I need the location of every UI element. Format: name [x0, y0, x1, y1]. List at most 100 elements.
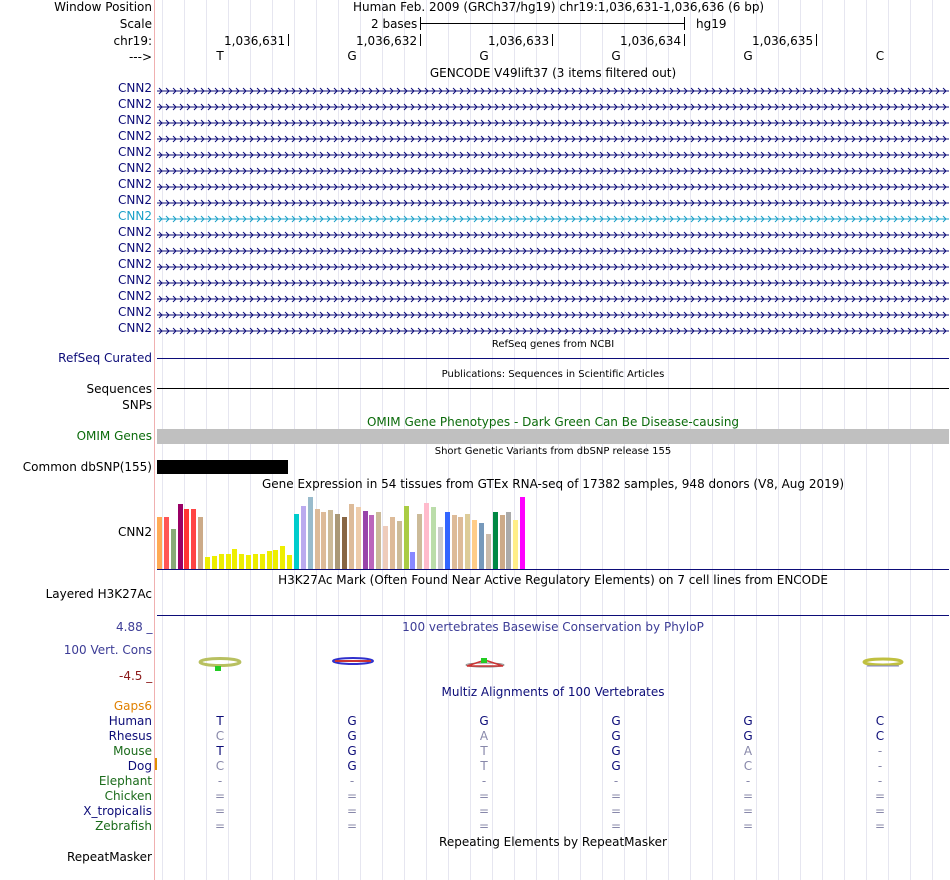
transcript-label[interactable]: CNN2	[118, 129, 152, 144]
tissue-expression-bar[interactable]	[451, 515, 457, 569]
tissue-expression-bar[interactable]	[335, 514, 341, 569]
tissue-expression-bar[interactable]	[300, 506, 306, 569]
sequences-label[interactable]: Sequences	[87, 382, 152, 397]
transcript-feature[interactable]	[157, 164, 949, 175]
tissue-expression-bar[interactable]	[348, 504, 354, 569]
transcript-feature[interactable]	[157, 132, 949, 143]
tissue-expression-bar[interactable]	[239, 554, 245, 569]
publications-line[interactable]	[157, 388, 949, 389]
transcript-label[interactable]: CNN2	[118, 145, 152, 160]
tissue-expression-bar[interactable]	[362, 511, 368, 569]
omim-gene-bar[interactable]	[157, 429, 949, 444]
species-label[interactable]: Mouse	[113, 744, 152, 759]
tissue-expression-bar[interactable]	[492, 512, 498, 569]
position-text[interactable]: Human Feb. 2009 (GRCh37/hg19) chr19:1,03…	[353, 0, 764, 14]
dbsnp-label[interactable]: Common dbSNP(155)	[23, 460, 152, 475]
tissue-expression-bar[interactable]	[383, 526, 389, 569]
tissue-expression-bar[interactable]	[191, 509, 197, 569]
tissue-expression-bar[interactable]	[177, 504, 183, 569]
transcript-label[interactable]: CNN2	[118, 289, 152, 304]
transcript-feature[interactable]	[157, 212, 949, 223]
tissue-expression-bar[interactable]	[218, 554, 224, 569]
tissue-expression-bar[interactable]	[321, 512, 327, 569]
transcript-feature[interactable]	[157, 100, 949, 111]
tissue-expression-bar[interactable]	[287, 555, 293, 569]
transcript-label[interactable]: CNN2	[118, 321, 152, 336]
tissue-expression-bar[interactable]	[252, 554, 258, 569]
species-label[interactable]: Chicken	[105, 789, 152, 804]
tissue-expression-bar[interactable]	[520, 497, 526, 569]
tissue-expression-bar[interactable]	[369, 515, 375, 569]
gtex-expression-chart[interactable]	[156, 490, 536, 569]
transcript-label[interactable]: CNN2	[118, 209, 152, 224]
transcript-label[interactable]: CNN2	[118, 177, 152, 192]
transcript-label[interactable]: CNN2	[118, 273, 152, 288]
tissue-expression-bar[interactable]	[465, 514, 471, 569]
tissue-expression-bar[interactable]	[211, 556, 217, 569]
transcript-feature[interactable]	[157, 148, 949, 159]
transcript-label[interactable]: CNN2	[118, 305, 152, 320]
tissue-expression-bar[interactable]	[314, 509, 320, 569]
species-label[interactable]: Dog	[128, 759, 152, 774]
transcript-label[interactable]: CNN2	[118, 257, 152, 272]
tissue-expression-bar[interactable]	[478, 523, 484, 569]
tissue-expression-bar[interactable]	[307, 497, 313, 569]
tissue-expression-bar[interactable]	[410, 552, 416, 569]
transcript-label[interactable]: CNN2	[118, 241, 152, 256]
transcript-feature[interactable]	[157, 244, 949, 255]
tissue-expression-bar[interactable]	[225, 554, 231, 569]
tissue-expression-bar[interactable]	[294, 514, 299, 569]
transcript-feature[interactable]	[157, 228, 949, 239]
tissue-expression-bar[interactable]	[513, 520, 519, 569]
refseq-label[interactable]: RefSeq Curated	[58, 351, 152, 366]
tissue-expression-bar[interactable]	[472, 520, 478, 569]
transcript-label[interactable]: CNN2	[118, 113, 152, 128]
dbsnp-variant[interactable]	[157, 460, 288, 474]
tissue-expression-bar[interactable]	[424, 503, 430, 569]
tissue-expression-bar[interactable]	[437, 527, 443, 569]
transcript-feature[interactable]	[157, 324, 949, 335]
tissue-expression-bar[interactable]	[389, 517, 395, 569]
transcript-feature[interactable]	[157, 276, 949, 287]
omim-label[interactable]: OMIM Genes	[77, 429, 152, 444]
tissue-expression-bar[interactable]	[341, 517, 347, 569]
tissue-expression-bar[interactable]	[170, 529, 176, 569]
transcript-label[interactable]: CNN2	[118, 193, 152, 208]
transcript-feature[interactable]	[157, 260, 949, 271]
species-label[interactable]: Zebrafish	[95, 819, 152, 834]
gaps-label[interactable]: Gaps6	[114, 699, 152, 714]
tissue-expression-bar[interactable]	[506, 512, 512, 569]
transcript-feature[interactable]	[157, 180, 949, 191]
transcript-feature[interactable]	[157, 292, 949, 303]
gtex-label[interactable]: CNN2	[118, 525, 152, 540]
tissue-expression-bar[interactable]	[266, 551, 272, 569]
tissue-expression-bar[interactable]	[417, 514, 423, 569]
tissue-expression-bar[interactable]	[355, 507, 361, 569]
transcript-feature[interactable]	[157, 308, 949, 319]
species-label[interactable]: Elephant	[99, 774, 152, 789]
h3k27ac-label[interactable]: Layered H3K27Ac	[46, 587, 152, 602]
tissue-expression-bar[interactable]	[403, 506, 409, 569]
tissue-expression-bar[interactable]	[328, 510, 334, 569]
tissue-expression-bar[interactable]	[157, 517, 162, 569]
phylop-logos[interactable]	[155, 650, 950, 680]
species-label[interactable]: Rhesus	[109, 729, 152, 744]
tissue-expression-bar[interactable]	[499, 515, 505, 569]
transcript-label[interactable]: CNN2	[118, 161, 152, 176]
phylop-label[interactable]: 100 Vert. Cons	[64, 643, 152, 658]
transcript-feature[interactable]	[157, 84, 949, 95]
tissue-expression-bar[interactable]	[163, 517, 169, 569]
tissue-expression-bar[interactable]	[485, 534, 491, 569]
tissue-expression-bar[interactable]	[184, 509, 190, 569]
transcript-feature[interactable]	[157, 116, 949, 127]
repeatmasker-label[interactable]: RepeatMasker	[67, 850, 152, 865]
tissue-expression-bar[interactable]	[259, 554, 265, 569]
species-label[interactable]: X_tropicalis	[83, 804, 152, 819]
tissue-expression-bar[interactable]	[246, 555, 252, 569]
transcript-label[interactable]: CNN2	[118, 97, 152, 112]
transcript-label[interactable]: CNN2	[118, 81, 152, 96]
tissue-expression-bar[interactable]	[280, 546, 286, 569]
refseq-gene-line[interactable]	[157, 358, 949, 359]
tissue-expression-bar[interactable]	[444, 512, 450, 569]
tissue-expression-bar[interactable]	[273, 550, 279, 569]
